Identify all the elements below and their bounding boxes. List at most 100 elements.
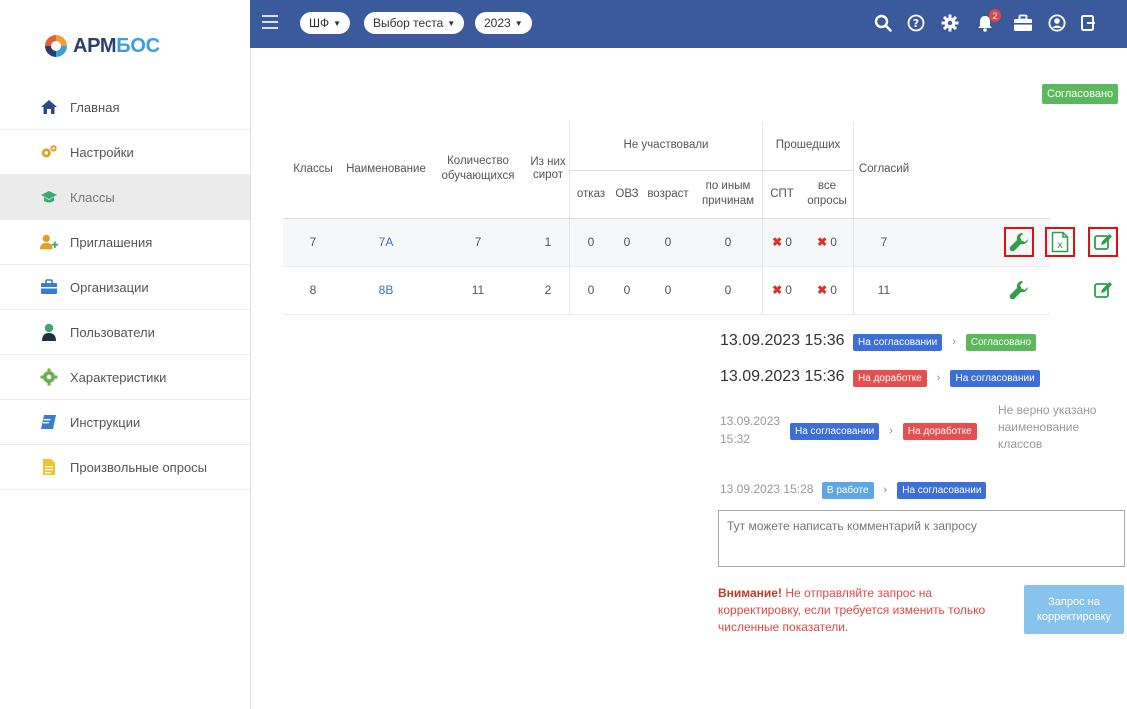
cell-class: 8 [283, 266, 343, 315]
status-tag: На согласовании [790, 423, 880, 440]
cell-age: 0 [642, 266, 694, 315]
class-name-link[interactable]: 8В [379, 283, 394, 297]
request-correction-button[interactable]: Запрос на корректировку [1024, 585, 1124, 634]
header-age: возраст [642, 170, 694, 219]
status-tag: Согласовано [965, 334, 1037, 351]
warning-label: Внимание! [718, 586, 782, 600]
cell-count: 7 [429, 218, 527, 267]
sidebar-item-classes[interactable]: Классы [0, 175, 250, 220]
graduation-cap-icon [40, 188, 58, 206]
search-icon[interactable] [873, 13, 893, 33]
caret-down-icon: ▼ [514, 18, 523, 28]
user-icon [40, 323, 58, 341]
status-tag: На доработке [902, 423, 977, 440]
edit-button[interactable] [1088, 227, 1118, 257]
header-name: Наименование [343, 121, 429, 219]
history-item: 13.09.2023 15:28 В работе › На согласовани… [720, 480, 987, 499]
sidebar-item-users[interactable]: Пользователи [0, 310, 250, 355]
caret-down-icon: ▼ [333, 18, 342, 28]
header-all-surveys: все опросы [801, 170, 854, 219]
cell-orphans: 2 [527, 266, 570, 315]
menu-icon[interactable] [262, 15, 278, 33]
filter-year-dropdown[interactable]: 2023 ▼ [475, 12, 532, 34]
history-date-line2: 15:32 [720, 432, 751, 446]
cell-refusal: 0 [569, 218, 612, 267]
classes-table: Классы Наименование Количество обучающих… [283, 121, 1050, 315]
status-tag: На согласовании [897, 482, 987, 499]
history-date: 13.09.2023 15:36 [720, 368, 845, 385]
history-item: На согласовании › На доработке [790, 421, 977, 440]
status-tag: На доработке [853, 370, 927, 387]
header-not-participated: Не участвовали [569, 121, 763, 171]
gears-icon [40, 143, 58, 161]
briefcase-icon[interactable] [1013, 13, 1033, 33]
approval-status-badge: Согласовано [1042, 84, 1119, 104]
cell-refusal: 0 [569, 266, 612, 315]
filter-organization-dropdown[interactable]: ШФ ▼ [300, 12, 351, 34]
history-date-line1: 13.09.2023 [720, 414, 781, 428]
wrench-button[interactable] [1004, 275, 1034, 305]
filter-test-dropdown[interactable]: Выбор теста ▼ [364, 12, 465, 34]
sidebar-item-label: Организации [70, 279, 149, 295]
sidebar: АРМБОС Главная Настройки Классы Приглаше… [0, 0, 251, 709]
svg-text:?: ? [913, 17, 919, 30]
history-item: 13.09.2023 15:36 На доработке › На согласо… [720, 368, 1040, 387]
edit-button[interactable] [1088, 275, 1118, 305]
home-icon [40, 98, 58, 116]
header-classes: Классы [283, 121, 343, 219]
header-orphans: Из них сирот [527, 121, 570, 219]
sidebar-item-characteristics[interactable]: Характеристики [0, 355, 250, 400]
class-name-link[interactable]: 7А [379, 235, 394, 249]
help-icon[interactable]: ? [906, 13, 926, 33]
export-excel-button[interactable]: x [1045, 227, 1075, 257]
status-tag: В работе [821, 482, 874, 499]
sidebar-item-home[interactable]: Главная [0, 85, 250, 130]
cell-class: 7 [283, 218, 343, 267]
briefcase-icon [40, 278, 58, 296]
sidebar-item-organizations[interactable]: Организации [0, 265, 250, 310]
logo-text-arm: АРМ [73, 34, 117, 57]
history-note: Не верно указано наименование классов [998, 403, 1097, 451]
document-icon [40, 458, 58, 476]
sidebar-item-settings[interactable]: Настройки [0, 130, 250, 175]
cell-spt: 0 [785, 283, 792, 297]
user-plus-icon [40, 233, 58, 251]
cell-other: 0 [694, 218, 763, 267]
settings-icon[interactable] [940, 13, 960, 33]
book-icon [40, 413, 58, 431]
header-passed: Прошедших [762, 121, 854, 171]
chevron-right-icon: › [883, 484, 888, 496]
sidebar-item-custom-surveys[interactable]: Произвольные опросы [0, 445, 250, 490]
filter-organization-value: ШФ [309, 16, 330, 30]
notifications-icon[interactable]: 2 [975, 9, 1001, 33]
sidebar-item-label: Характеристики [70, 369, 167, 385]
filter-test-value: Выбор теста [373, 16, 444, 30]
cell-all-surveys: 0 [830, 283, 837, 297]
svg-text:x: x [1057, 240, 1063, 251]
cell-count: 11 [429, 266, 527, 315]
cell-spt: 0 [785, 235, 792, 249]
cross-icon: ✖ [772, 283, 783, 297]
table-row: 8 8В 11 2 0 0 0 0 ✖ 0 ✖ 0 11 [283, 266, 1050, 315]
cell-other: 0 [694, 266, 763, 315]
history-date: 13.09.2023 15:36 [720, 332, 845, 349]
chevron-right-icon: › [889, 425, 893, 437]
edit-icon [1094, 282, 1112, 298]
sidebar-item-invitations[interactable]: Приглашения [0, 220, 250, 265]
header-count: Количество обучающихся [429, 121, 527, 219]
account-icon[interactable] [1047, 13, 1067, 33]
cross-icon: ✖ [817, 235, 828, 249]
cell-orphans: 1 [527, 218, 570, 267]
sidebar-item-label: Главная [70, 99, 120, 115]
history-date: 13.09.2023 15:32 [720, 412, 780, 448]
logo[interactable]: АРМБОС [43, 30, 160, 62]
cell-consents: 11 [853, 266, 914, 315]
wrench-button[interactable] [1004, 227, 1034, 257]
comment-input[interactable] [718, 510, 1125, 567]
logout-icon[interactable] [1078, 13, 1098, 33]
sidebar-item-instructions[interactable]: Инструкции [0, 400, 250, 445]
status-tag: На согласовании [950, 370, 1040, 387]
logo-text-bos: БОС [116, 34, 160, 57]
sidebar-item-label: Приглашения [70, 234, 153, 250]
cell-consents: 7 [853, 218, 914, 267]
